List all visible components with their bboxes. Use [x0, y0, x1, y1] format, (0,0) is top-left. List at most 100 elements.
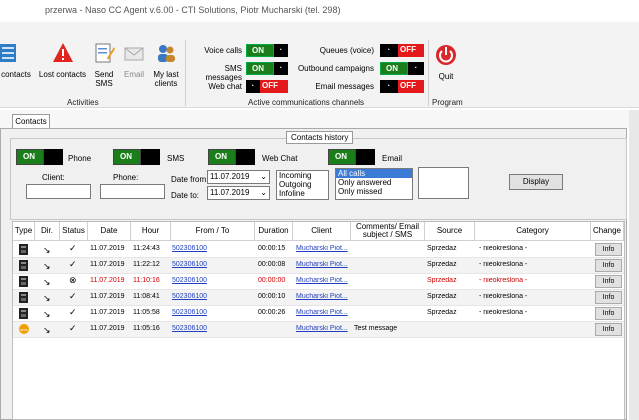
queues-voice-toggle[interactable]: · OFF — [380, 44, 440, 57]
contacts-icon — [0, 44, 16, 62]
display-button[interactable]: Display — [509, 174, 563, 190]
info-button[interactable]: Info — [595, 243, 622, 256]
cell-from[interactable]: 502306100 — [172, 325, 207, 332]
info-button[interactable]: Info — [595, 323, 622, 336]
table-row[interactable]: ✓ ↘ 11.07.2019 11:24:43 502306100 00:00:15 Muc… — [13, 242, 624, 258]
window-title: przerwa - Naso CC Agent v.6.00 - CTI Sol… — [45, 5, 341, 15]
send-sms-button[interactable]: Send SMS — [90, 42, 118, 90]
email-label: Email — [123, 70, 144, 79]
info-button[interactable]: Info — [595, 275, 622, 288]
web-chat-filter-toggle[interactable]: ON — [208, 149, 258, 165]
my-last-clients-button[interactable]: My last clients — [150, 42, 182, 90]
sms-edit-icon — [95, 43, 115, 63]
column-header[interactable]: Hour — [131, 222, 171, 241]
extra-filter-box[interactable] — [418, 167, 469, 199]
cell-dir: ↘ — [43, 277, 51, 287]
cell-client[interactable]: Mucharski Piot... — [296, 309, 348, 316]
lost-contacts-button[interactable]: Lost contacts — [35, 42, 90, 82]
cell-source: Sprzedaż — [427, 245, 457, 252]
table-row[interactable]: ⊗ ↘ 11.07.2019 11:10:16 502306100 00:00:00 Muc… — [13, 274, 624, 290]
column-header[interactable]: From / To — [171, 222, 255, 241]
program-group-label: Program — [432, 98, 463, 107]
cell-source: Sprzedaż — [427, 261, 457, 268]
date-to-picker[interactable]: 11.07.2019 ⌄ — [207, 186, 270, 200]
phone-icon — [19, 260, 28, 273]
sms-toggle[interactable]: ON — [113, 149, 163, 165]
list-item[interactable]: Infoline — [277, 189, 328, 198]
client-input[interactable] — [26, 184, 91, 199]
list-item[interactable]: All calls — [336, 169, 412, 178]
date-to-value: 11.07.2019 — [210, 188, 250, 197]
phone-input[interactable] — [100, 184, 165, 199]
send-sms-label: Send SMS — [94, 70, 114, 88]
cell-client[interactable]: Mucharski Piot... — [296, 325, 348, 332]
cell-hour: 11:05:58 — [133, 309, 160, 316]
list-item[interactable]: Outgoing — [277, 180, 328, 189]
cell-from[interactable]: 502306100 — [172, 277, 207, 284]
cell-date: 11.07.2019 — [90, 325, 125, 332]
cell-client[interactable]: Mucharski Piot... — [296, 293, 348, 300]
table-row[interactable]: ✓ ↘ 11.07.2019 11:08:41 502306100 00:00:10 Muc… — [13, 290, 624, 306]
column-header[interactable]: Client — [293, 222, 351, 241]
table-row[interactable]: ✓ ↘ 11.07.2019 11:05:58 502306100 00:00:26 Muc… — [13, 306, 624, 322]
cell-from[interactable]: 502306100 — [172, 245, 207, 252]
email-messages-toggle[interactable]: · OFF — [380, 80, 440, 93]
column-header[interactable]: Comments/ Email subject / SMS — [351, 222, 425, 241]
cell-duration: 00:00:00 — [258, 277, 286, 284]
table-row[interactable]: ✓ ↘ 11.07.2019 11:22:12 502306100 00:00:08 Muc… — [13, 258, 624, 274]
cell-from[interactable]: 502306100 — [172, 309, 207, 316]
cell-category: - nieokreślona - — [479, 309, 528, 316]
cell-client[interactable]: Mucharski Piot... — [296, 245, 348, 252]
column-header[interactable]: Status — [60, 222, 88, 241]
info-button[interactable]: Info — [595, 307, 622, 320]
cell-duration: 00:00:15 — [258, 245, 286, 252]
cell-from[interactable]: 502306100 — [172, 293, 207, 300]
column-header[interactable]: Date — [88, 222, 131, 241]
power-icon — [436, 45, 456, 65]
column-header[interactable]: Dir. — [35, 222, 60, 241]
answered-status-icon: ✓ — [69, 307, 77, 317]
cell-client[interactable]: Mucharski Piot... — [296, 277, 348, 284]
column-header[interactable]: Duration — [255, 222, 293, 241]
outbound-campaigns-toggle[interactable]: ON · — [380, 62, 440, 75]
email-messages-label: Email messages — [315, 82, 374, 91]
table-row[interactable]: sms ✓ ↘ 11.07.2019 11:05:16 502306100 Mucharsk… — [13, 322, 624, 338]
voice-calls-toggle[interactable]: ON · — [246, 44, 306, 57]
cell-dir: ↘ — [43, 293, 51, 303]
missed-status-icon: ⊗ — [69, 275, 77, 285]
web-chat-toggle[interactable]: · OFF — [246, 80, 306, 93]
phone-label: Phone: — [113, 173, 139, 182]
side-scrollbar[interactable] — [629, 110, 639, 420]
voice-calls-label: Voice calls — [204, 46, 242, 55]
email-filter-toggle[interactable]: ON — [328, 149, 378, 165]
tab-contacts[interactable]: Contacts — [12, 114, 50, 129]
cell-from[interactable]: 502306100 — [172, 261, 207, 268]
list-item[interactable]: Only missed — [336, 187, 412, 196]
column-header[interactable]: Type — [13, 222, 35, 241]
cell-client[interactable]: Mucharski Piot... — [296, 261, 348, 268]
column-header[interactable]: Category — [475, 222, 591, 241]
sms-messages-label: SMS messages — [205, 64, 242, 82]
call-filter-list[interactable]: All calls Only answered Only missed — [335, 168, 413, 200]
cell-date: 11.07.2019 — [90, 293, 125, 300]
info-button[interactable]: Info — [595, 259, 622, 272]
contacts-button[interactable]: contacts — [0, 42, 32, 82]
date-from-label: Date from: — [171, 175, 209, 184]
cell-dir: ↘ — [43, 261, 51, 271]
quit-button[interactable]: Quit — [432, 44, 460, 84]
info-button[interactable]: Info — [595, 291, 622, 304]
answered-status-icon: ✓ — [69, 291, 77, 301]
column-header[interactable]: Source — [425, 222, 475, 241]
direction-list[interactable]: Incoming Outgoing Infoline — [276, 170, 329, 200]
ribbon: contacts Lost contacts Send SMS Email My… — [0, 22, 639, 108]
cell-comment: Test message — [354, 325, 398, 332]
column-header[interactable]: Change — [591, 222, 624, 241]
email-button[interactable]: Email — [120, 42, 148, 82]
cell-source: Sprzedaż — [427, 293, 457, 300]
separator — [428, 40, 429, 106]
list-item[interactable]: Only answered — [336, 178, 412, 187]
phone-toggle[interactable]: ON — [16, 149, 66, 165]
cell-hour: 11:24:43 — [133, 245, 160, 252]
list-item[interactable]: Incoming — [277, 171, 328, 180]
date-from-picker[interactable]: 11.07.2019 ⌄ — [207, 170, 270, 184]
